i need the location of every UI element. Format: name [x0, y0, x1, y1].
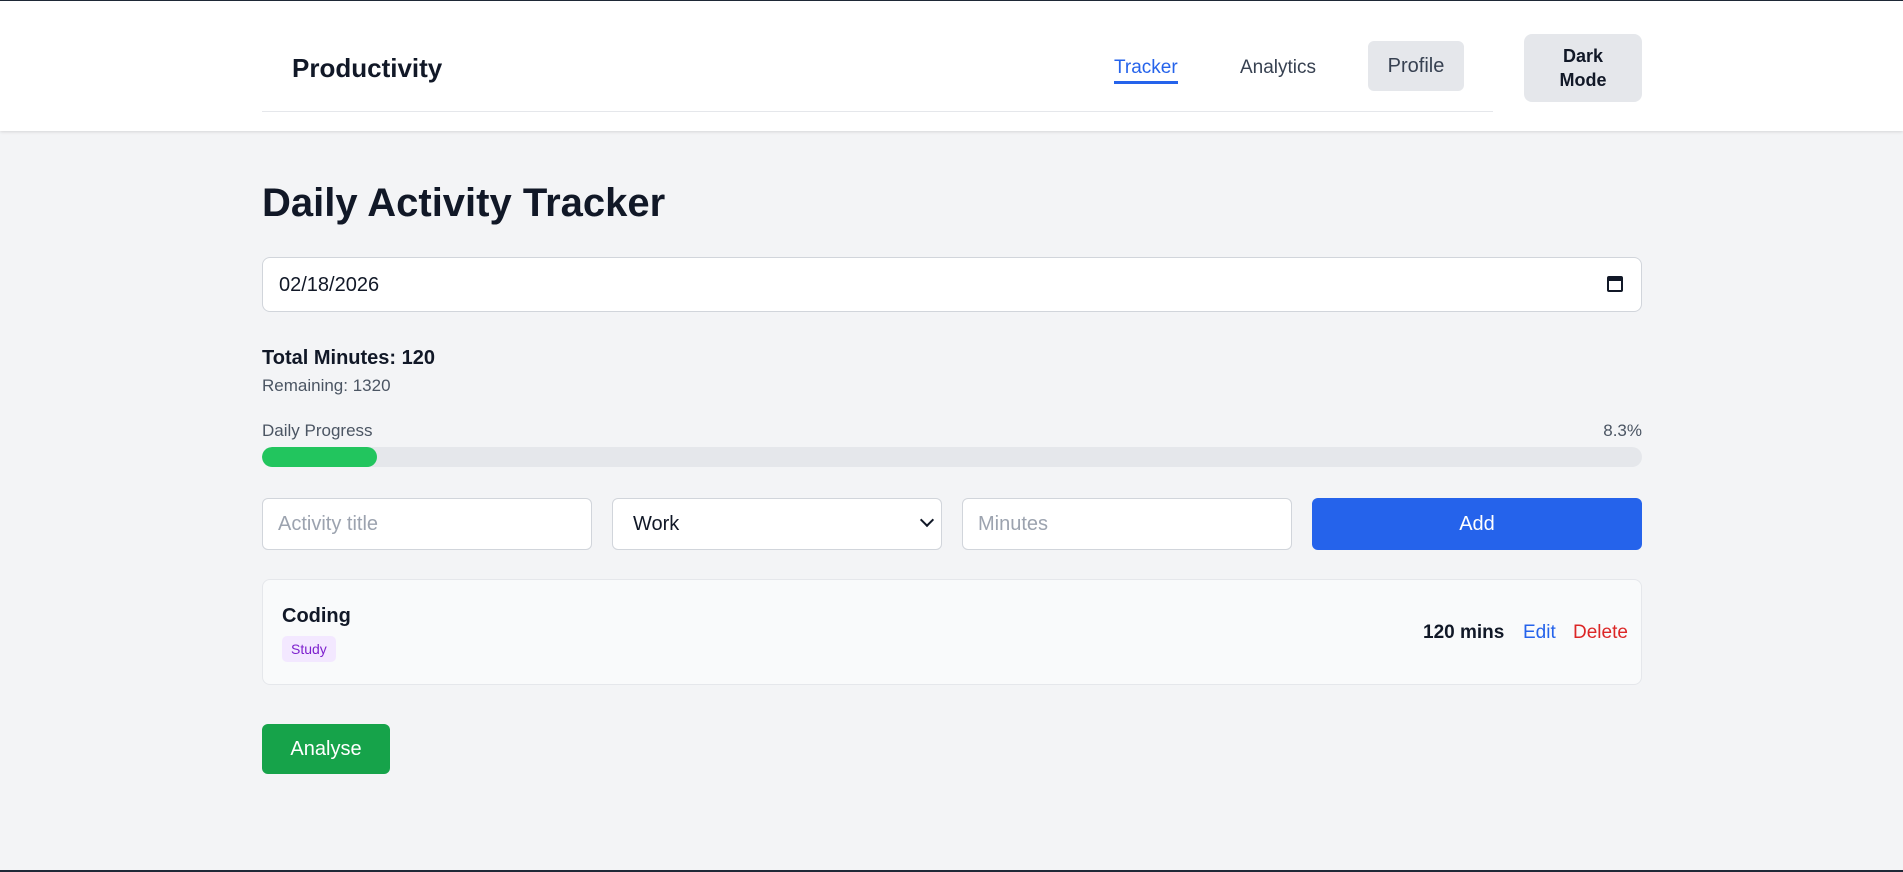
delete-link[interactable]: Delete: [1573, 622, 1628, 644]
activity-minutes: 120 mins: [1423, 622, 1505, 643]
total-minutes: Total Minutes: 120: [262, 347, 435, 369]
top-header: Productivity Tracker Analytics Profile D…: [0, 1, 1903, 131]
nav-analytics[interactable]: Analytics: [1240, 57, 1316, 79]
category-badge: Study: [282, 636, 336, 662]
progress-bar: [262, 447, 1642, 467]
edit-link[interactable]: Edit: [1523, 622, 1556, 644]
date-value: 02/18/2026: [279, 274, 380, 296]
date-input[interactable]: 02/18/2026: [262, 257, 1642, 312]
minutes-input[interactable]: [962, 498, 1292, 550]
brand-title: Productivity: [292, 53, 443, 83]
activity-item: Coding Study 120 mins Edit Delete: [262, 579, 1642, 685]
activity-title-input[interactable]: [262, 498, 592, 550]
progress-percent: 8.3%: [1603, 421, 1642, 440]
remaining-minutes: Remaining: 1320: [262, 376, 391, 395]
header-bar: Productivity Tracker Analytics Profile: [262, 1, 1493, 112]
nav-profile[interactable]: Profile: [1368, 41, 1464, 91]
page-title: Daily Activity Tracker: [262, 181, 666, 225]
add-button[interactable]: Add: [1312, 498, 1642, 550]
nav-tracker[interactable]: Tracker: [1114, 57, 1178, 84]
calendar-icon[interactable]: [1607, 276, 1623, 292]
analyse-button[interactable]: Analyse: [262, 724, 390, 774]
progress-label: Daily Progress: [262, 421, 373, 440]
dark-mode-button[interactable]: Dark Mode: [1524, 34, 1642, 102]
activity-name: Coding: [282, 605, 351, 627]
progress-fill: [262, 447, 377, 467]
category-select[interactable]: Work: [612, 498, 942, 550]
